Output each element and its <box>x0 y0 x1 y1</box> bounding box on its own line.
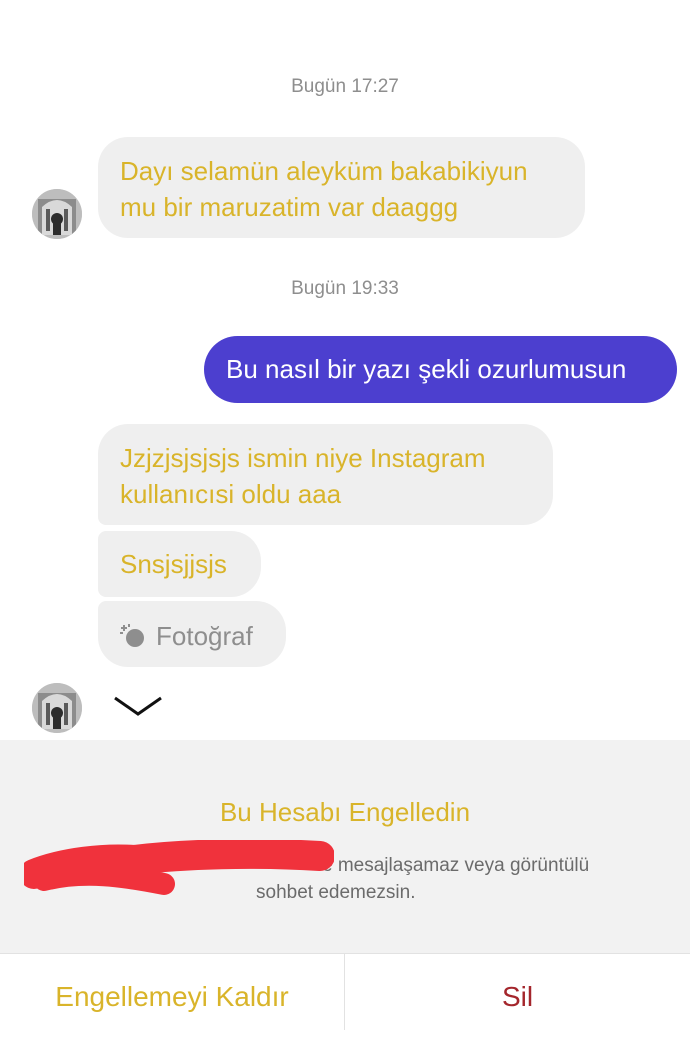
photo-icon <box>120 624 144 648</box>
message-text-line: Jzjzjsjsjsjs ismin niye Instagram <box>120 443 486 473</box>
outgoing-message-bubble[interactable]: Bu nasıl bir yazı şekli ozurlumusun <box>204 336 677 403</box>
incoming-message-bubble[interactable]: Jzjzjsjsjsjs ismin niye Instagram kullan… <box>98 424 553 525</box>
timestamp: Bugün 19:33 <box>291 278 399 299</box>
avatar-image <box>32 189 82 239</box>
blocked-title: Bu Hesabı Engelledin <box>219 797 471 827</box>
incoming-message-bubble[interactable]: Dayı selamün aleyküm bakabikiyun mu bir … <box>98 137 585 238</box>
message-text: Bu nasıl bir yazı şekli ozurlumusun <box>226 354 627 384</box>
photo-message-bubble[interactable]: Fotoğraf <box>98 601 286 667</box>
message-thread: Bugün 17:27 Dayı selamün aleyküm bakabik… <box>0 0 690 740</box>
delete-button[interactable]: Sil <box>345 954 690 1029</box>
photo-label: Fotoğraf <box>156 621 253 652</box>
message-text-line: kullanıcısi oldu aaa <box>120 479 342 509</box>
message-text-line: Dayı selamün aleyküm bakabikiyun <box>120 156 528 186</box>
incoming-message-bubble[interactable]: Snsjsjjsjs <box>98 531 261 597</box>
redaction-scribble <box>24 840 334 895</box>
action-bar: Engellemeyi Kaldır Sil <box>0 953 690 1030</box>
contact-avatar[interactable] <box>32 189 82 239</box>
timestamp: Bugün 17:27 <box>291 76 399 97</box>
unblock-button[interactable]: Engellemeyi Kaldır <box>0 954 344 1029</box>
contact-avatar[interactable] <box>32 683 82 733</box>
message-text: Snsjsjjsjs <box>120 549 227 579</box>
message-text-line: mu bir maruzatim var daaggg <box>120 192 459 222</box>
chevron-down-icon[interactable] <box>112 692 164 718</box>
avatar-image <box>32 683 82 733</box>
